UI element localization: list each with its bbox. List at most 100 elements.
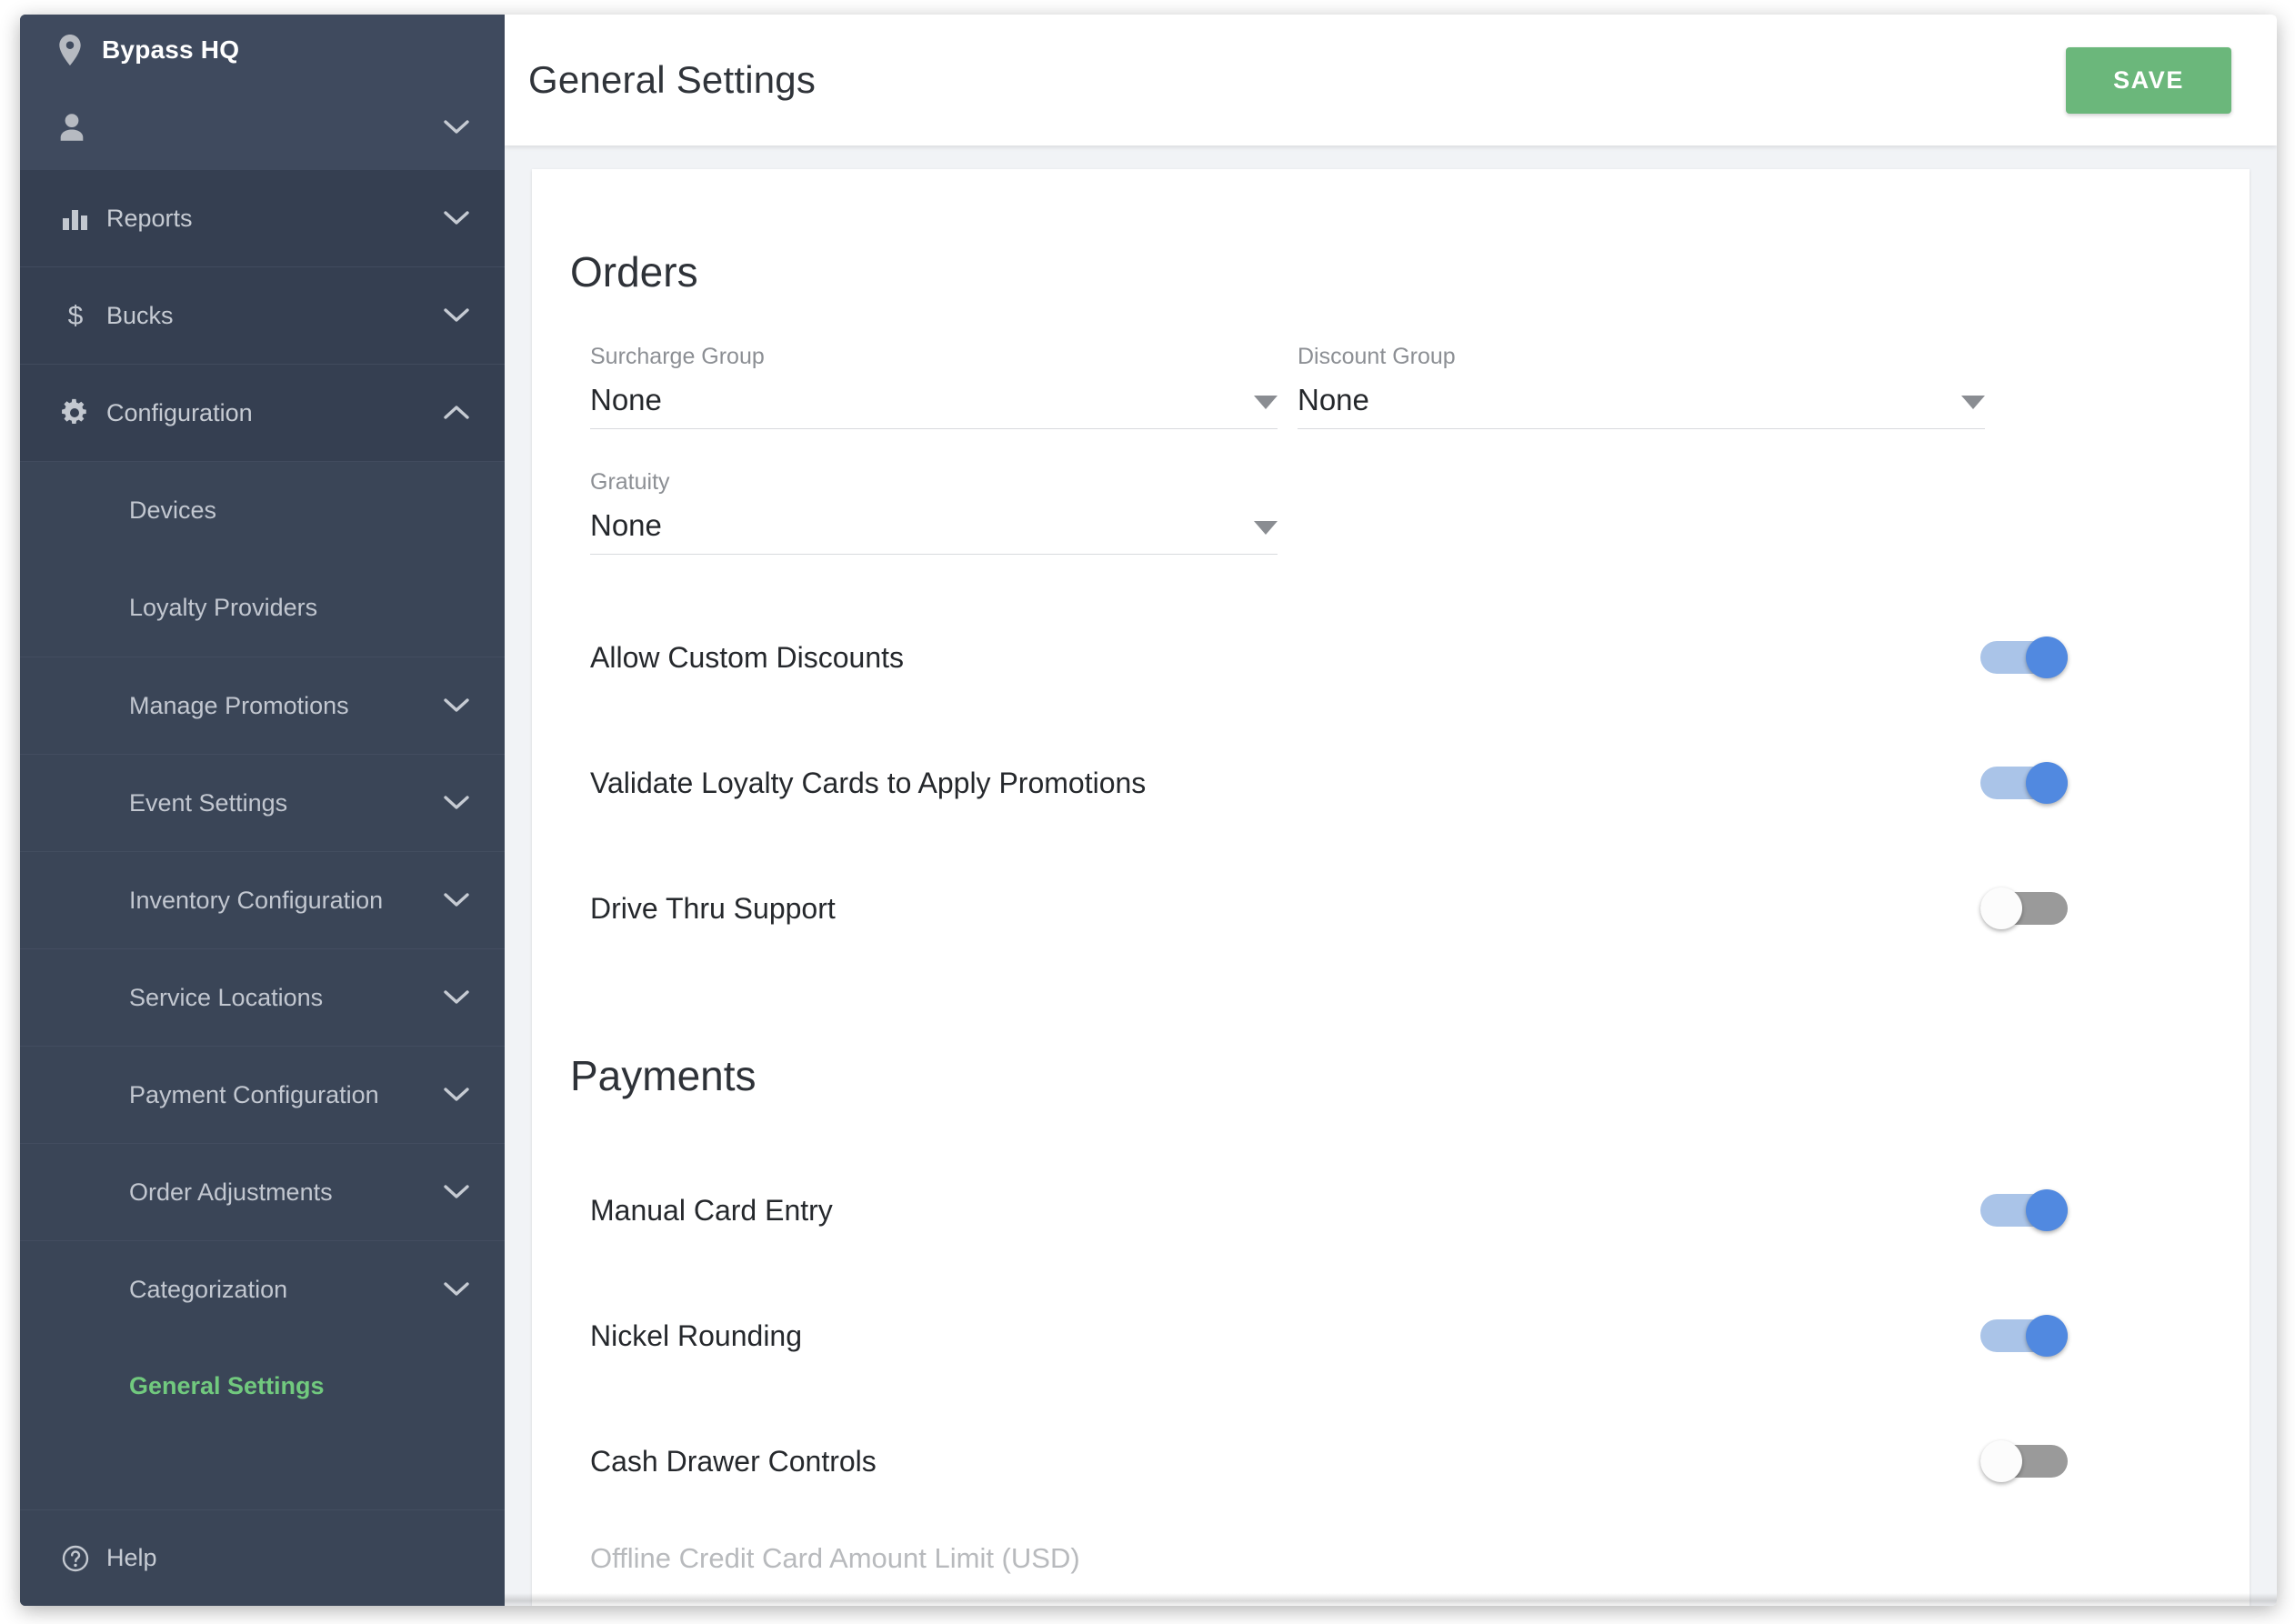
sidebar-item-categorization[interactable]: Categorization bbox=[20, 1240, 505, 1338]
drive-thru-support-row: Drive Thru Support bbox=[590, 846, 2250, 971]
sidebar-item-payment-configuration[interactable]: Payment Configuration bbox=[20, 1046, 505, 1143]
gratuity-label: Gratuity bbox=[590, 469, 670, 495]
save-button[interactable]: SAVE bbox=[2066, 46, 2231, 114]
settings-card: Orders Surcharge Group None Discount Gro… bbox=[532, 169, 2250, 1606]
sidebar-item-label: Event Settings bbox=[129, 788, 288, 817]
orders-field-grid: Surcharge Group None Discount Group None bbox=[532, 344, 2250, 595]
sidebar-item-label: Bucks bbox=[106, 301, 174, 329]
surcharge-group-select[interactable]: None bbox=[590, 383, 1278, 429]
nickel-rounding-label: Nickel Rounding bbox=[590, 1318, 803, 1352]
chevron-down-icon bbox=[443, 697, 470, 714]
chevron-down-icon bbox=[443, 892, 470, 908]
surcharge-group-value: None bbox=[590, 383, 662, 416]
help-circle-icon bbox=[58, 1544, 93, 1573]
sidebar-item-devices[interactable]: Devices bbox=[20, 462, 505, 559]
toggle-thumb bbox=[1980, 1440, 2022, 1482]
manual-card-entry-toggle[interactable] bbox=[1980, 1189, 2068, 1231]
sidebar-item-inventory-configuration[interactable]: Inventory Configuration bbox=[20, 851, 505, 948]
sidebar-spacer bbox=[20, 1435, 505, 1509]
chevron-down-icon bbox=[443, 1281, 470, 1298]
sidebar-item-label: Categorization bbox=[129, 1275, 288, 1303]
account-selector[interactable] bbox=[20, 85, 505, 170]
dollar-icon: $ bbox=[58, 300, 93, 331]
offline-credit-card-limit-label: Offline Credit Card Amount Limit (USD) bbox=[590, 1542, 1080, 1574]
allow-custom-discounts-row: Allow Custom Discounts bbox=[590, 595, 2250, 720]
chevron-down-icon bbox=[443, 1184, 470, 1200]
toggle-thumb bbox=[2026, 1315, 2068, 1357]
page-title: General Settings bbox=[528, 58, 817, 101]
chevron-down-icon bbox=[1254, 396, 1278, 409]
brand-header: Bypass HQ bbox=[20, 15, 505, 85]
chevron-down-icon bbox=[443, 989, 470, 1006]
chevron-up-icon bbox=[443, 405, 470, 421]
gratuity-select[interactable]: None bbox=[590, 508, 1278, 555]
toggle-thumb bbox=[2026, 637, 2068, 678]
sidebar-item-reports[interactable]: Reports bbox=[20, 170, 505, 267]
sidebar-item-label: Order Adjustments bbox=[129, 1178, 333, 1206]
manual-card-entry-row: Manual Card Entry bbox=[590, 1148, 2250, 1273]
sidebar-item-label: Loyalty Providers bbox=[129, 594, 318, 621]
allow-custom-discounts-label: Allow Custom Discounts bbox=[590, 640, 904, 674]
nickel-rounding-toggle[interactable] bbox=[1980, 1315, 2068, 1357]
nickel-rounding-row: Nickel Rounding bbox=[590, 1273, 2250, 1398]
sidebar-item-label: Manage Promotions bbox=[129, 691, 349, 719]
sidebar-item-order-adjustments[interactable]: Order Adjustments bbox=[20, 1143, 505, 1240]
brand-label: Bypass HQ bbox=[102, 35, 240, 64]
sidebar-item-label: General Settings bbox=[129, 1372, 325, 1399]
application-window: Bypass HQ Reports $ Bucks Configuration … bbox=[20, 15, 2277, 1606]
sidebar-item-event-settings[interactable]: Event Settings bbox=[20, 754, 505, 851]
sidebar-item-configuration[interactable]: Configuration bbox=[20, 365, 505, 462]
discount-group-select[interactable]: None bbox=[1298, 383, 1985, 429]
top-bar: General Settings SAVE bbox=[505, 15, 2277, 145]
sidebar-item-label: Reports bbox=[106, 204, 193, 232]
payments-section-title: Payments bbox=[570, 1052, 757, 1099]
chevron-down-icon bbox=[443, 210, 470, 226]
sidebar-item-bucks[interactable]: $ Bucks bbox=[20, 267, 505, 365]
manual-card-entry-label: Manual Card Entry bbox=[590, 1193, 833, 1227]
main-area: General Settings SAVE Orders Surcharge G… bbox=[505, 15, 2277, 1606]
chevron-down-icon bbox=[1961, 396, 1985, 409]
orders-section-title: Orders bbox=[570, 248, 698, 296]
gear-icon bbox=[58, 398, 93, 427]
sidebar-item-manage-promotions[interactable]: Manage Promotions bbox=[20, 657, 505, 754]
sidebar-item-label: Payment Configuration bbox=[129, 1080, 379, 1108]
bar-chart-icon bbox=[58, 206, 93, 231]
gratuity-field: Gratuity None bbox=[590, 469, 1278, 555]
toggle-thumb bbox=[2026, 762, 2068, 804]
sidebar-item-general-settings[interactable]: General Settings bbox=[20, 1338, 505, 1435]
toggle-thumb bbox=[2026, 1189, 2068, 1231]
svg-text:$: $ bbox=[68, 301, 84, 331]
chevron-down-icon bbox=[443, 307, 470, 324]
discount-group-field: Discount Group None bbox=[1298, 344, 1985, 429]
sidebar-item-label: Devices bbox=[129, 496, 217, 524]
chevron-down-icon bbox=[1254, 521, 1278, 535]
validate-loyalty-cards-label: Validate Loyalty Cards to Apply Promotio… bbox=[590, 766, 1147, 799]
surcharge-group-label: Surcharge Group bbox=[590, 344, 765, 369]
sidebar-item-label: Help bbox=[106, 1544, 157, 1571]
sidebar-item-service-locations[interactable]: Service Locations bbox=[20, 948, 505, 1046]
person-icon bbox=[58, 113, 91, 142]
sidebar-item-label: Inventory Configuration bbox=[129, 886, 384, 914]
drive-thru-support-toggle[interactable] bbox=[1980, 887, 2068, 929]
discount-group-label: Discount Group bbox=[1298, 344, 1456, 369]
payments-toggle-list: Manual Card Entry Nickel Rounding Cash D… bbox=[532, 1148, 2250, 1524]
cash-drawer-controls-toggle[interactable] bbox=[1980, 1440, 2068, 1482]
sidebar-item-label: Service Locations bbox=[129, 983, 324, 1011]
sidebar-item-label: Configuration bbox=[106, 398, 253, 426]
discount-group-value: None bbox=[1298, 383, 1369, 416]
allow-custom-discounts-toggle[interactable] bbox=[1980, 637, 2068, 678]
settings-scroll-area[interactable]: Orders Surcharge Group None Discount Gro… bbox=[505, 145, 2277, 1606]
sidebar-item-loyalty-providers[interactable]: Loyalty Providers bbox=[20, 559, 505, 657]
drive-thru-support-label: Drive Thru Support bbox=[590, 891, 836, 925]
sidebar-item-help[interactable]: Help bbox=[20, 1509, 505, 1606]
chevron-down-icon bbox=[443, 119, 470, 135]
chevron-down-icon bbox=[443, 795, 470, 811]
validate-loyalty-cards-toggle[interactable] bbox=[1980, 762, 2068, 804]
toggle-thumb bbox=[1980, 887, 2022, 929]
location-pin-icon bbox=[58, 34, 89, 65]
cash-drawer-controls-row: Cash Drawer Controls bbox=[590, 1398, 2250, 1524]
orders-toggle-list: Allow Custom Discounts Validate Loyalty … bbox=[532, 595, 2250, 971]
cash-drawer-controls-label: Cash Drawer Controls bbox=[590, 1444, 877, 1478]
sidebar: Bypass HQ Reports $ Bucks Configuration … bbox=[20, 15, 505, 1606]
validate-loyalty-cards-row: Validate Loyalty Cards to Apply Promotio… bbox=[590, 720, 2250, 846]
